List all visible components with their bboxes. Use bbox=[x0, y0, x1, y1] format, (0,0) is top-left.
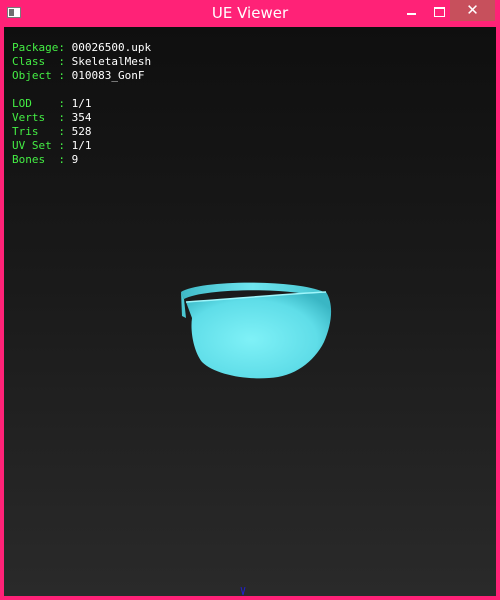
title-bar[interactable]: UE Viewer ✕ bbox=[0, 0, 500, 27]
info-sep: : bbox=[58, 97, 72, 110]
info-bones-row: Bones : 9 bbox=[12, 153, 151, 167]
info-sep: : bbox=[58, 125, 72, 138]
info-value: 00026500.upk bbox=[71, 41, 152, 54]
info-sep: : bbox=[58, 111, 72, 124]
maximize-button[interactable] bbox=[425, 0, 453, 21]
info-verts-row: Verts : 354 bbox=[12, 111, 151, 125]
info-value: 010083_GonF bbox=[71, 69, 145, 82]
info-key: Package bbox=[12, 41, 59, 54]
mesh-preview[interactable] bbox=[174, 282, 344, 412]
3d-viewport[interactable]: Package: 00026500.upk Class : SkeletalMe… bbox=[4, 27, 496, 596]
info-value: SkeletalMesh bbox=[71, 55, 152, 68]
info-value: 1/1 bbox=[71, 97, 92, 110]
info-sep: : bbox=[58, 55, 72, 68]
info-value: 528 bbox=[71, 125, 92, 138]
close-button[interactable]: ✕ bbox=[450, 0, 495, 21]
minimize-button[interactable] bbox=[396, 0, 426, 21]
info-key: Object bbox=[12, 69, 59, 82]
info-value: 354 bbox=[71, 111, 92, 124]
info-sep: : bbox=[58, 153, 72, 166]
info-class-row: Class : SkeletalMesh bbox=[12, 55, 151, 69]
info-value: 1/1 bbox=[71, 139, 92, 152]
mesh-body bbox=[186, 292, 332, 379]
mesh-info-panel: Package: 00026500.upk Class : SkeletalMe… bbox=[12, 41, 151, 167]
info-package-row: Package: 00026500.upk bbox=[12, 41, 151, 55]
info-value: 9 bbox=[71, 153, 79, 166]
info-key: LOD bbox=[12, 97, 59, 110]
app-window: UE Viewer ✕ Package: 00026500.upk Class … bbox=[0, 0, 500, 600]
close-icon: ✕ bbox=[466, 1, 479, 19]
info-sep: : bbox=[58, 41, 72, 54]
info-sep: : bbox=[58, 139, 72, 152]
axis-indicator-icon bbox=[240, 587, 246, 596]
info-uvset-row: UV Set : 1/1 bbox=[12, 139, 151, 153]
info-key: UV Set bbox=[12, 139, 59, 152]
maximize-icon bbox=[434, 7, 445, 17]
info-lod-row: LOD : 1/1 bbox=[12, 97, 151, 111]
info-sep: : bbox=[58, 69, 72, 82]
minimize-icon bbox=[407, 13, 416, 15]
info-object-row: Object : 010083_GonF bbox=[12, 69, 151, 83]
info-key: Verts bbox=[12, 111, 59, 124]
info-key: Class bbox=[12, 55, 59, 68]
info-tris-row: Tris : 528 bbox=[12, 125, 151, 139]
info-key: Tris bbox=[12, 125, 59, 138]
info-key: Bones bbox=[12, 153, 59, 166]
